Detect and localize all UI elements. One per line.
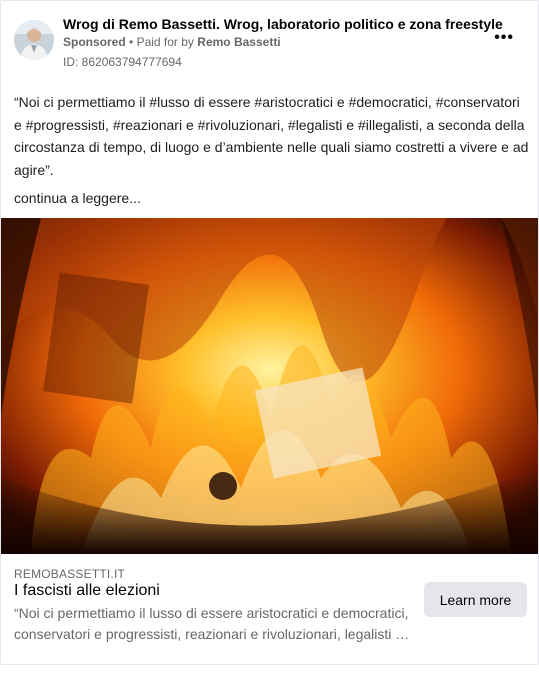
more-horizontal-icon[interactable]: ••• xyxy=(494,29,514,47)
sponsored-label: Sponsored xyxy=(63,35,126,49)
learn-more-button[interactable]: Learn more xyxy=(424,582,527,617)
meta-separator: • xyxy=(129,35,134,49)
fire-image xyxy=(1,218,538,554)
post-header: Wrog di Remo Bassetti. Wrog, laboratorio… xyxy=(1,1,538,81)
link-description-line-2: conservatori e progressisti, reazionari … xyxy=(14,626,414,642)
link-title[interactable]: I fascisti alle elezioni xyxy=(14,582,160,600)
link-description-line-1: “Noi ci permettiamo il lusso di essere a… xyxy=(14,605,409,621)
post-body-text: “Noi ci permettiamo il #lusso di essere … xyxy=(14,94,529,178)
ad-id: ID: 862063794777694 xyxy=(63,55,182,69)
link-description: “Noi ci permettiamo il lusso di essere a… xyxy=(14,603,414,645)
link-preview[interactable]: REMOBASSETTI.IT I fascisti alle elezioni… xyxy=(1,554,538,664)
page-name[interactable]: Wrog di Remo Bassetti. Wrog, laboratorio… xyxy=(63,16,503,32)
paid-for-name: Remo Bassetti xyxy=(197,35,281,49)
post-image[interactable] xyxy=(1,218,538,554)
paid-for-prefix: Paid for by xyxy=(136,35,194,49)
read-more-link[interactable]: continua a leggere... xyxy=(14,190,141,206)
page-avatar[interactable] xyxy=(14,20,54,60)
sponsored-post-card: Wrog di Remo Bassetti. Wrog, laboratorio… xyxy=(0,0,539,665)
ad-meta: Sponsored • Paid for by Remo Bassetti xyxy=(63,35,281,49)
avatar-photo xyxy=(14,20,54,60)
link-domain: REMOBASSETTI.IT xyxy=(14,567,126,581)
